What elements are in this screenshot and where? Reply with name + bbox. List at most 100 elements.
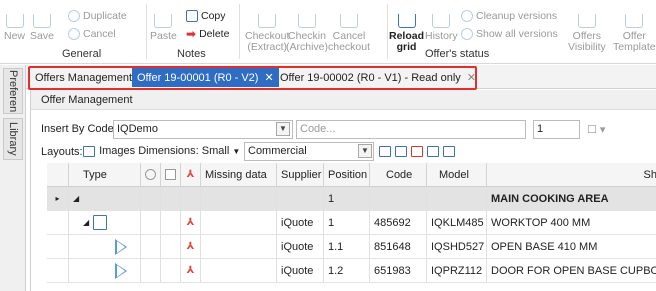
collapse-icon[interactable]: ◢ — [83, 218, 89, 227]
side-tab-preferences[interactable]: Preferen — [3, 68, 23, 114]
cell-model: IQSHD527 — [427, 235, 487, 258]
side-tab-library[interactable]: Library — [3, 118, 23, 160]
reload-grid-button[interactable]: Reload grid — [389, 14, 424, 53]
paste-button[interactable]: Paste — [150, 14, 177, 42]
layout-delete-icon[interactable] — [411, 145, 424, 157]
history-button[interactable]: History — [425, 14, 458, 42]
layout-tools — [379, 145, 456, 157]
pdf-icon: ⅄ — [186, 217, 195, 228]
cell-model: IQKLM485 — [427, 211, 487, 234]
cell-pdf[interactable]: ⅄ — [181, 259, 201, 282]
chevron-down-icon[interactable]: ▼ — [358, 144, 372, 158]
cell-type — [69, 259, 141, 282]
layout-select[interactable]: Commercial — [244, 142, 374, 161]
paste-icon — [154, 14, 173, 28]
cell-model — [427, 187, 487, 210]
document-tabs: Offers Management Offer 19-00001 (R0 - V… — [26, 65, 656, 89]
collapse-icon[interactable]: ◢ — [69, 187, 141, 210]
cell-code: 485692 — [370, 211, 427, 234]
header-code[interactable]: Code — [370, 163, 427, 186]
header-missing-data[interactable]: Missing data — [201, 163, 277, 186]
copy-icon — [186, 10, 198, 22]
cell-code — [370, 187, 427, 210]
header-model[interactable]: Model — [427, 163, 487, 186]
cell-missing — [201, 211, 277, 234]
tab-offer-19-00002[interactable]: Offer 19-00002 (R0 - V1) - Read only ✕ — [275, 68, 481, 87]
layout-reset-icon[interactable] — [427, 145, 440, 157]
cell-position: 1 — [324, 187, 370, 210]
cell-radio — [141, 235, 161, 258]
cancel-icon — [68, 28, 80, 40]
cell-missing — [201, 187, 277, 210]
template-icon — [625, 14, 644, 28]
checkout-button[interactable]: Checkout (Extract) — [245, 14, 289, 53]
cleanup-versions-button[interactable]: Cleanup versions — [461, 10, 557, 22]
header-position[interactable]: Position — [324, 163, 370, 186]
add-to-offer-icon[interactable]: ☐ ▾ — [587, 123, 605, 136]
ribbon: New Save Duplicate Cancel General Paste … — [0, 0, 656, 64]
header-type[interactable]: Type — [69, 163, 141, 186]
cell-pdf — [181, 187, 201, 210]
quantity-input[interactable]: 1 — [533, 120, 580, 139]
insert-by-code-label: Insert By Code — [41, 123, 114, 135]
close-icon[interactable]: ✕ — [467, 71, 476, 84]
table-row[interactable]: ⅄ iQuote 1.1 851648 IQSHD527 OPEN BASE 4… — [47, 235, 656, 259]
cell-check — [161, 211, 181, 234]
offer-templates-button[interactable]: Offer Template — [613, 14, 656, 53]
cell-pdf[interactable]: ⅄ — [181, 211, 201, 234]
cell-expander — [47, 235, 69, 258]
header-supplier[interactable]: Supplier — [277, 163, 324, 186]
cell-type — [69, 235, 141, 258]
group-general-label: General — [62, 48, 102, 60]
group-notes-label: Notes — [177, 48, 206, 60]
cell-radio — [141, 259, 161, 282]
expand-row-icon[interactable]: ▸ — [47, 187, 69, 210]
cell-code: 851648 — [370, 235, 427, 258]
header-radio — [141, 163, 161, 186]
tab-offer-19-00001[interactable]: Offer 19-00001 (R0 - V2) ✕ — [132, 68, 279, 87]
layout-saveas-icon[interactable] — [395, 145, 408, 157]
code-search-input[interactable]: Code... — [296, 120, 526, 139]
chevron-down-icon[interactable]: ▼ — [276, 122, 290, 136]
cell-supplier: iQuote — [277, 211, 324, 234]
insert-by-code-input[interactable]: IQDemo — [113, 120, 293, 139]
duplicate-button[interactable]: Duplicate — [68, 10, 127, 22]
grid-header: Type ⅄ Missing data Supplier Position Co… — [47, 163, 656, 187]
close-icon[interactable]: ✕ — [264, 71, 273, 84]
new-button[interactable]: New — [4, 14, 25, 42]
cleanup-icon — [461, 10, 473, 22]
cell-radio — [141, 211, 161, 234]
images-dimensions-dropdown[interactable]: Images Dimensions: Small ▼ — [83, 145, 240, 157]
show-all-versions-button[interactable]: Show all versions — [461, 28, 558, 40]
delete-button[interactable]: ➡ Delete — [186, 28, 229, 40]
cancel-checkout-button[interactable]: Cancel checkout — [328, 14, 370, 53]
cell-supplier: iQuote — [277, 259, 324, 282]
cell-code: 651983 — [370, 259, 427, 282]
new-icon — [5, 14, 24, 28]
layout-save-icon[interactable] — [379, 145, 391, 157]
header-checkbox[interactable] — [161, 163, 181, 186]
panel-title: Offer Management — [31, 90, 656, 110]
table-row[interactable]: ◢ ⅄ iQuote 1 485692 IQKLM485 WORKTOP 400… — [47, 211, 656, 235]
cancel-button[interactable]: Cancel — [68, 28, 116, 40]
table-row[interactable]: ▸ ◢ 1 MAIN COOKING AREA — [47, 187, 656, 211]
cell-description: MAIN COOKING AREA — [491, 192, 609, 205]
image-icon — [83, 145, 95, 157]
cell-pdf[interactable]: ⅄ — [181, 235, 201, 258]
header-short-description[interactable]: Sh — [487, 163, 656, 186]
save-icon — [32, 14, 51, 28]
cell-model: IQPRZ112 — [427, 259, 487, 282]
offers-visibility-button[interactable]: Offers Visibility — [568, 14, 606, 53]
checkin-button[interactable]: Checkin (Archive) — [286, 14, 328, 53]
chevron-down-icon: ▼ — [232, 147, 241, 156]
pdf-icon: ⅄ — [186, 241, 195, 252]
table-row[interactable]: ⅄ iQuote 1.2 651983 IQPRZ112 DOOR FOR OP… — [47, 259, 656, 283]
reload-icon — [397, 14, 416, 28]
layouts-label: Layouts: — [41, 146, 83, 158]
copy-button[interactable]: Copy — [186, 10, 226, 22]
cell-check — [161, 259, 181, 282]
layout-export-icon[interactable] — [443, 145, 456, 157]
tab-offers-management[interactable]: Offers Management — [30, 68, 137, 87]
cell-missing — [201, 235, 277, 258]
save-button[interactable]: Save — [30, 14, 54, 42]
